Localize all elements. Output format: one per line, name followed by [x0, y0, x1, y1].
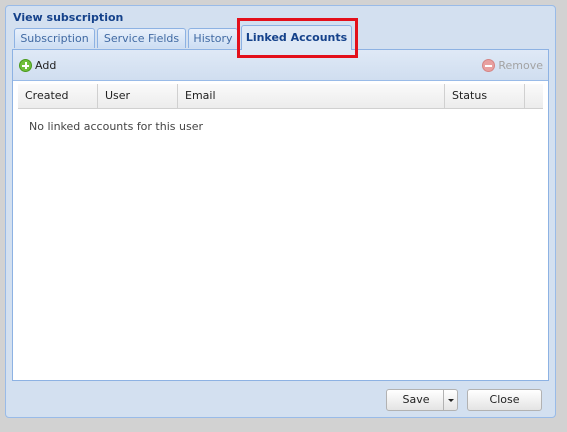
- remove-circle-icon: [482, 59, 496, 72]
- tab-service-fields[interactable]: Service Fields: [97, 28, 186, 48]
- remove-button[interactable]: Remove: [482, 58, 543, 74]
- window-title: View subscription: [13, 11, 124, 24]
- close-button[interactable]: Close: [467, 389, 542, 411]
- toolbar: Add Remove: [13, 50, 548, 81]
- add-circle-icon: [19, 59, 32, 72]
- grid-header: Created User Email Status: [18, 84, 543, 109]
- tab-linked-accounts[interactable]: Linked Accounts: [241, 25, 352, 50]
- column-user[interactable]: User: [98, 84, 178, 108]
- column-email[interactable]: Email: [178, 84, 445, 108]
- empty-grid-message: No linked accounts for this user: [29, 120, 203, 133]
- tab-subscription[interactable]: Subscription: [14, 28, 95, 48]
- linked-accounts-panel: Add Remove Created User Email Status No …: [12, 49, 549, 381]
- tab-history[interactable]: History: [188, 28, 238, 48]
- add-button[interactable]: Add: [19, 58, 56, 74]
- add-label: Add: [35, 59, 57, 72]
- tab-strip: Subscription Service Fields History Link…: [12, 25, 549, 50]
- chevron-down-icon[interactable]: [443, 390, 457, 410]
- save-split-button: Save: [386, 389, 458, 411]
- column-created[interactable]: Created: [18, 84, 98, 108]
- remove-label: Remove: [498, 59, 543, 72]
- save-button[interactable]: Save: [387, 390, 445, 410]
- column-status[interactable]: Status: [445, 84, 525, 108]
